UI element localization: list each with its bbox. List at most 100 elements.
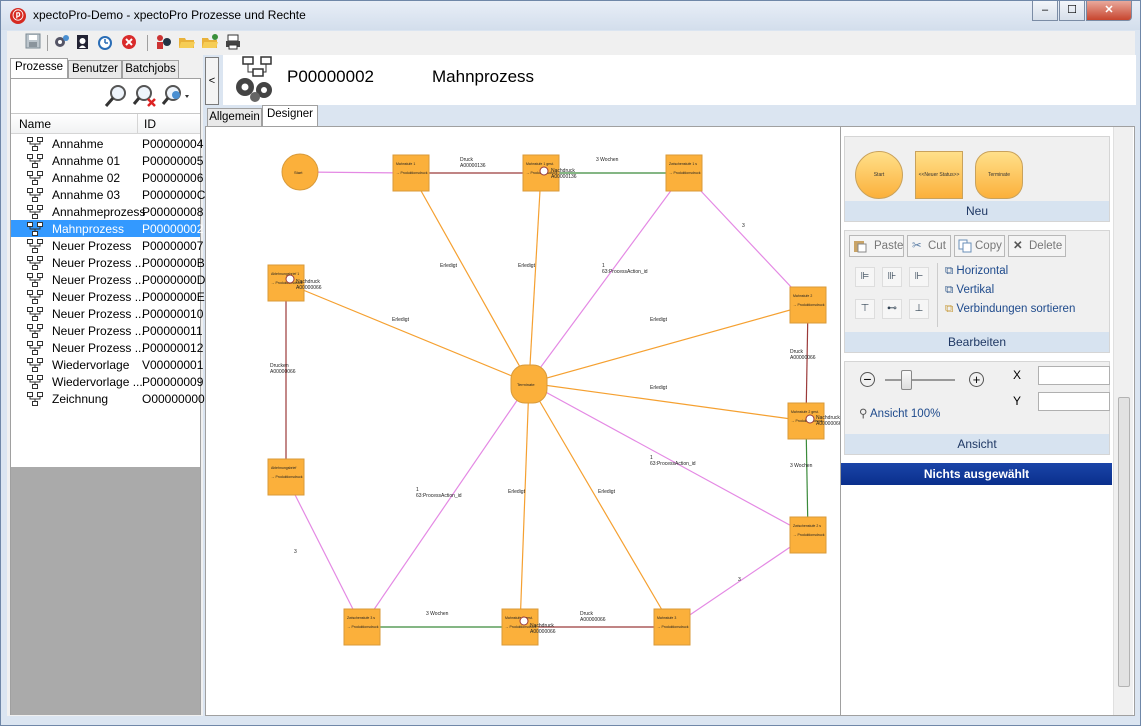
settings-icon[interactable] [52,33,72,53]
tab-allgemein[interactable]: Allgemein [207,108,262,127]
list-item[interactable]: Neuer Prozess P00000007 [11,237,203,254]
edge-label: A00000066 [296,285,322,291]
clear-search-icon[interactable] [132,83,158,109]
palette-start[interactable]: Start [855,151,903,199]
tab-benutzer[interactable]: Benutzer [68,60,122,79]
process-gears-icon [231,55,281,103]
node-label[interactable]: Mahnstufe 2 [793,294,812,298]
node-label[interactable]: Ablehnungsbrief 1 [271,272,299,276]
close-button[interactable]: ✕ [1086,1,1132,21]
align-middle-icon[interactable]: ⊷ [882,299,902,319]
node-label[interactable]: Zwischenstufe 2 s [793,524,821,528]
process-diagram[interactable]: Start Terminate Mahnstufe 1 → Produktionsdr… [206,127,842,715]
paste-button[interactable]: Paste [849,235,904,257]
list-item-id: P00000011 [142,324,203,338]
list-item[interactable]: Mahnprozess P00000002 [11,220,203,237]
list-item[interactable]: Neuer Prozess ... P00000011 [11,322,203,339]
node-label[interactable]: Mahnstufe 1 [396,162,415,166]
zoom-slider-track[interactable] [885,379,955,381]
list-item[interactable]: Neuer Prozess ... P00000010 [11,305,203,322]
align-bottom-icon[interactable]: ⊥ [909,299,929,319]
align-center-icon[interactable]: ⊪ [882,267,902,287]
list-item[interactable]: Zeichnung O00000000 [11,390,205,407]
node-label[interactable]: Mahnstufe 1 gest. [526,162,554,166]
zoom-reset-link[interactable]: ⚲ Ansicht 100% [859,406,940,420]
list-item[interactable]: Annahme 02 P00000006 [11,169,204,186]
side-panel-scrollbar[interactable] [1113,127,1133,715]
zoom-out-icon[interactable]: − [860,372,875,387]
column-id[interactable]: ID [144,117,156,131]
cut-button[interactable]: ✂ Cut [907,235,951,257]
palette-new-status[interactable]: <<Neuer Status>> [915,151,963,199]
search-options-icon[interactable] [161,83,189,109]
node-sublabel[interactable]: → Produktionsdruck [271,475,303,479]
node-sublabel[interactable]: → Produktionsdruck [793,303,825,307]
list-item[interactable]: Neuer Prozess ... P00000012 [11,339,203,356]
tab-batchjobs[interactable]: Batchjobs [122,60,179,79]
node-label[interactable]: Mahnstufe 2 gest. [791,410,819,414]
edge-label: Erledigt [650,385,668,391]
delete-button[interactable]: ✕ Delete [1008,235,1066,257]
self-loop [285,274,295,284]
node-label[interactable]: Mahnstufe 3 gest. [505,616,533,620]
y-input[interactable] [1038,392,1110,411]
list-item[interactable]: Annahmeprozess P00000008 [11,203,203,220]
sort-connections-link[interactable]: ⧉ Verbindungen sortieren [945,303,1075,316]
list-item-id: P00000006 [142,171,204,185]
zoom-slider-thumb[interactable] [901,370,912,390]
list-item[interactable]: Annahme 03 P0000000C [11,186,205,203]
zoom-in-icon[interactable]: + [969,372,984,387]
align-top-icon[interactable]: ⊤ [855,299,875,319]
edge-line [528,172,542,384]
node-label[interactable]: Start [294,170,303,175]
cancel-icon[interactable] [119,33,139,53]
print-icon[interactable] [223,33,243,53]
node-sublabel[interactable]: → Produktionsdruck [669,171,701,175]
list-item[interactable]: Wiedervorlage V00000001 [11,356,204,373]
scrollbar-thumb[interactable] [1118,397,1130,687]
node-label[interactable]: Zwischenstufe 3 s [347,616,375,620]
open-folder-icon[interactable] [177,33,197,53]
search-icon[interactable] [103,83,129,109]
palette-terminate[interactable]: Terminate [975,151,1023,199]
node-sublabel[interactable]: → Produktionsdruck [657,625,689,629]
tab-prozesse[interactable]: Prozesse [10,58,68,80]
list-item[interactable]: Neuer Prozess ... P0000000B [11,254,205,271]
save-icon[interactable] [23,33,43,53]
schedule-icon[interactable] [95,33,115,53]
list-item[interactable]: Wiedervorlage ... P00000009 [11,373,203,390]
user-rights-icon[interactable] [73,33,93,53]
node-label[interactable]: Mahnstufe 3 [657,616,676,620]
node-sublabel[interactable]: → Produktionsdruck [793,533,825,537]
node-label[interactable]: Zwischenstufe 1 s [669,162,697,166]
node-label[interactable]: Terminate [517,382,535,387]
info-icon[interactable] [153,33,173,53]
align-left-icon[interactable]: ⊫ [855,267,875,287]
layout-vertikal-link[interactable]: ⧉ Vertikal [945,284,994,297]
minimize-button[interactable]: – [1032,1,1058,21]
list-item-id: V00000001 [142,358,204,372]
list-item[interactable]: Annahme P00000004 [11,135,203,152]
column-name[interactable]: Name [19,117,51,131]
process-tree-icon [27,375,43,389]
maximize-button[interactable]: ☐ [1059,1,1085,21]
collapse-panel-button[interactable]: < [205,57,219,105]
designer-canvas[interactable]: Start Terminate Mahnstufe 1 → Produktionsdr… [205,126,842,716]
list-item[interactable]: Neuer Prozess ... P0000000E [11,288,205,305]
process-tree-icon [27,239,43,253]
open-folder-alt-icon[interactable] [200,33,220,53]
x-input[interactable] [1038,366,1110,385]
list-item[interactable]: Annahme 01 P00000005 [11,152,203,169]
window-title: xpectoPro-Demo - xpectoPro Prozesse und … [33,8,306,22]
edge-line [519,382,530,628]
node-label[interactable]: Ablehnungsbrief [271,466,296,470]
sort-connections-icon: ⧉ [945,303,954,315]
list-item-id: P0000000C [142,188,206,202]
node-sublabel[interactable]: → Produktionsdruck [396,171,428,175]
node-sublabel[interactable]: → Produktionsdruck [347,625,379,629]
tab-designer[interactable]: Designer [262,105,318,127]
list-item[interactable]: Neuer Prozess ... P0000000D [11,271,205,288]
align-right-icon[interactable]: ⊩ [909,267,929,287]
layout-horizontal-link[interactable]: ⧉ Horizontal [945,265,1008,278]
copy-button[interactable]: Copy [954,235,1005,257]
